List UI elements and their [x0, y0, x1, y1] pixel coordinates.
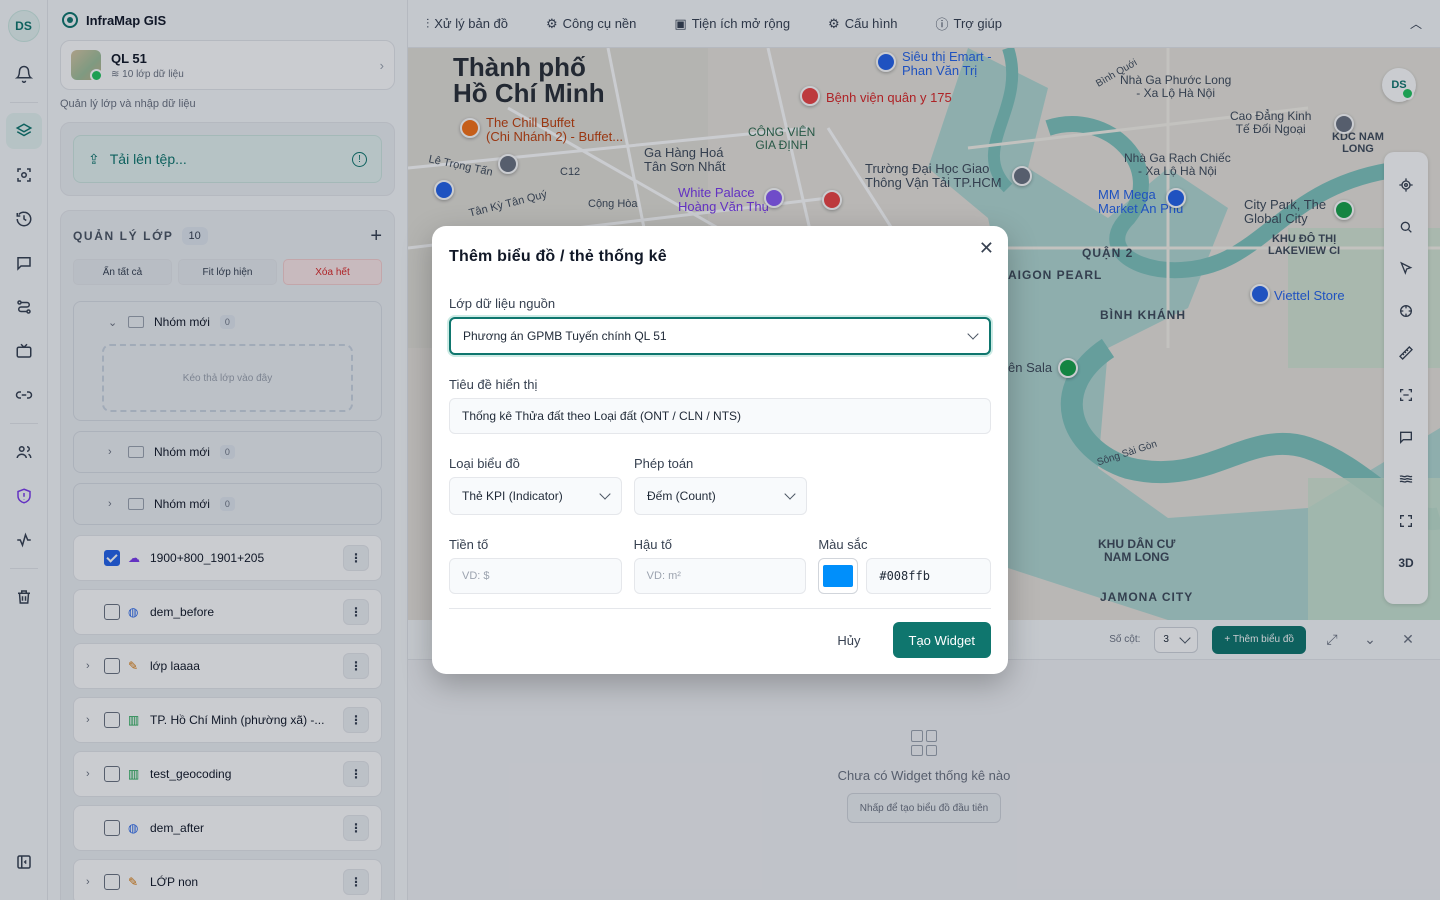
color-hex-input[interactable]: #008ffb — [866, 558, 992, 594]
source-value: Phương án GPMB Tuyến chính QL 51 — [463, 329, 667, 343]
prefix-field: Tiền tố VD: $ — [449, 537, 622, 594]
suffix-field: Hậu tố VD: m² — [633, 537, 807, 594]
suffix-input[interactable]: VD: m² — [633, 558, 807, 594]
add-widget-modal: Thêm biểu đồ / thẻ thống kê ✕ Lớp dữ liệ… — [432, 226, 1008, 674]
operation-select[interactable]: Đếm (Count) — [634, 477, 807, 515]
display-title-label: Tiêu đề hiển thị — [449, 377, 538, 392]
color-swatch[interactable] — [818, 558, 859, 594]
operation-field: Phép toán Đếm (Count) — [634, 456, 807, 515]
color-label: Màu sắc — [818, 537, 868, 552]
operation-value: Đếm (Count) — [647, 489, 716, 503]
chart-type-field: Loại biểu đồ Thẻ KPI (Indicator) — [449, 456, 622, 515]
chart-type-select[interactable]: Thẻ KPI (Indicator) — [449, 477, 622, 515]
source-label: Lớp dữ liệu nguồn — [449, 296, 556, 311]
chart-options-row: Loại biểu đồ Thẻ KPI (Indicator) Phép to… — [449, 456, 991, 515]
chart-type-label: Loại biểu đồ — [449, 456, 520, 471]
source-layer-select[interactable]: Phương án GPMB Tuyến chính QL 51 — [449, 317, 991, 355]
suffix-label: Hậu tố — [633, 537, 672, 552]
operation-label: Phép toán — [634, 456, 694, 471]
prefix-label: Tiền tố — [449, 537, 489, 552]
chevron-down-icon — [784, 488, 796, 500]
format-row: Tiền tố VD: $ Hậu tố VD: m² Màu sắc #008… — [449, 537, 992, 594]
source-field: Lớp dữ liệu nguồn Phương án GPMB Tuyến c… — [449, 296, 991, 355]
create-widget-button[interactable]: Tạo Widget — [892, 622, 991, 658]
prefix-input[interactable]: VD: $ — [449, 558, 622, 594]
display-title-input[interactable]: Thống kê Thửa đất theo Loại đất (ONT / C… — [449, 398, 991, 434]
modal-footer: Hủy Tạo Widget — [449, 608, 991, 658]
chart-type-value: Thẻ KPI (Indicator) — [462, 489, 563, 503]
cancel-button[interactable]: Hủy — [817, 622, 880, 658]
modal-title: Thêm biểu đồ / thẻ thống kê — [449, 248, 667, 265]
chevron-down-icon — [967, 328, 979, 340]
color-preview — [823, 565, 854, 587]
chevron-down-icon — [599, 488, 611, 500]
title-field: Tiêu đề hiển thị Thống kê Thửa đất theo … — [449, 377, 991, 434]
close-icon[interactable]: ✕ — [979, 238, 994, 259]
color-field: Màu sắc #008ffb — [818, 537, 992, 594]
